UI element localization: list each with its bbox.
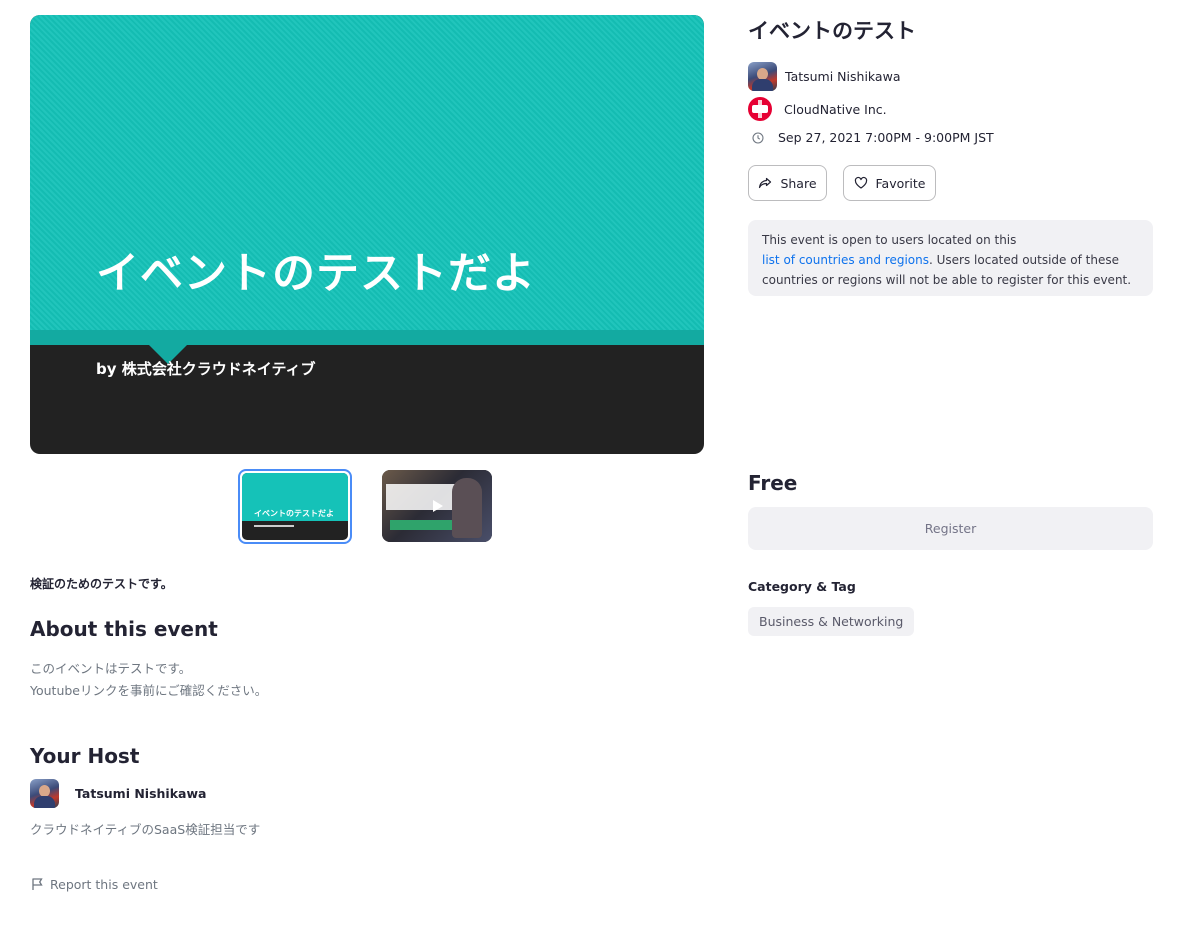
thumbnail-title: イベントのテストだよ: [254, 509, 334, 518]
about-heading: About this event: [30, 617, 218, 641]
about-description: このイベントはテストです。 Youtubeリンクを事前にご確認ください。: [30, 658, 267, 702]
video-figure: [452, 478, 482, 538]
report-label: Report this event: [50, 876, 158, 892]
cover-subtitle: by 株式会社クラウドネイティブ: [96, 360, 316, 378]
host-heading: Your Host: [30, 744, 140, 768]
favorite-button[interactable]: Favorite: [843, 165, 936, 201]
organization-row[interactable]: CloudNative Inc.: [748, 97, 887, 121]
cover-band: [30, 330, 704, 345]
favorite-label: Favorite: [875, 175, 926, 191]
event-summary: 検証のためのテストです。: [30, 577, 173, 591]
heart-icon: [854, 176, 867, 189]
host-avatar-small: [748, 62, 777, 91]
organization-name: CloudNative Inc.: [784, 101, 887, 117]
event-host-row[interactable]: Tatsumi Nishikawa: [748, 62, 900, 91]
host-avatar[interactable]: [30, 779, 59, 808]
category-tag[interactable]: Business & Networking: [748, 607, 915, 636]
share-button[interactable]: Share: [748, 165, 827, 201]
thumbnail-video-image: [382, 470, 492, 542]
cover-title: イベントのテストだよ: [96, 249, 536, 299]
avatar-body: [752, 79, 773, 91]
datetime-row: Sep 27, 2021 7:00PM - 9:00PM JST: [748, 130, 994, 145]
region-notice: This event is open to users located on t…: [748, 220, 1153, 296]
share-label: Share: [780, 175, 817, 191]
share-icon: [759, 177, 772, 189]
ticket-price: Free: [748, 471, 798, 495]
event-datetime: Sep 27, 2021 7:00PM - 9:00PM JST: [778, 130, 994, 145]
thumbnail-cover-image: イベントのテストだよ: [242, 473, 348, 540]
event-title: イベントのテスト: [748, 19, 916, 43]
notice-prefix: This event is open to users located on t…: [762, 233, 1017, 247]
report-event-link[interactable]: Report this event: [30, 876, 158, 892]
avatar-body: [34, 796, 55, 808]
event-host-name: Tatsumi Nishikawa: [785, 69, 901, 84]
play-icon[interactable]: [433, 500, 443, 512]
event-cover-image: イベントのテストだよ by 株式会社クラウドネイティブ: [30, 15, 704, 454]
countries-regions-link[interactable]: list of countries and regions: [762, 253, 929, 267]
organization-logo: [748, 97, 772, 121]
thumbnail-subtitle-line: [254, 525, 294, 527]
about-line: このイベントはテストです。: [30, 661, 192, 676]
host-bio: クラウドネイティブのSaaS検証担当です: [30, 822, 261, 837]
flag-icon: [32, 878, 43, 890]
category-heading: Category & Tag: [748, 579, 856, 594]
thumbnail-cover[interactable]: イベントのテストだよ: [238, 469, 352, 544]
clock-icon: [752, 131, 764, 144]
register-button[interactable]: Register: [748, 507, 1153, 550]
about-line: Youtubeリンクを事前にご確認ください。: [30, 683, 268, 698]
thumbnail-video[interactable]: [382, 470, 492, 542]
host-name[interactable]: Tatsumi Nishikawa: [75, 786, 206, 801]
